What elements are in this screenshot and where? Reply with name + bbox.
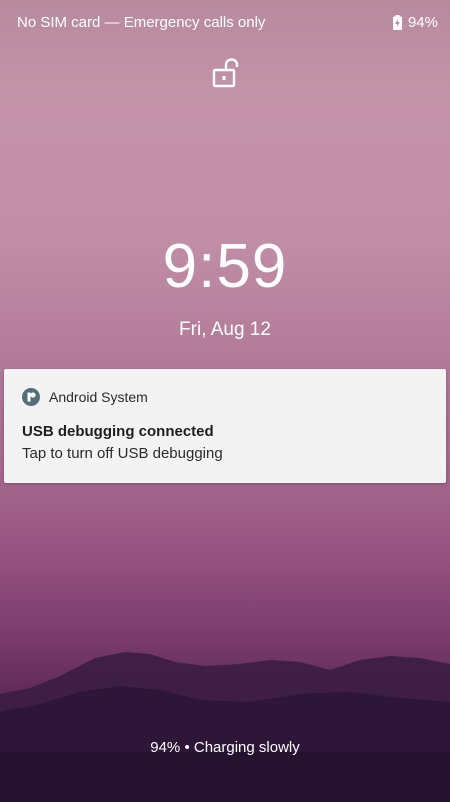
mountain-silhouette bbox=[0, 652, 450, 802]
android-system-icon bbox=[22, 388, 40, 406]
status-right-group: 94% bbox=[392, 13, 438, 31]
charging-status-text: 94% • Charging slowly bbox=[150, 739, 300, 756]
lockscreen-date: Fri, Aug 12 bbox=[179, 319, 271, 340]
unlocked-padlock-icon[interactable] bbox=[212, 58, 240, 88]
notification-header: Android System bbox=[22, 387, 428, 407]
battery-percent: 94% bbox=[407, 13, 438, 31]
lock-screen: No SIM card — Emergency calls only 94% 9… bbox=[0, 0, 450, 802]
battery-charging-icon bbox=[392, 14, 402, 30]
notification-title: USB debugging connected bbox=[22, 423, 214, 440]
status-bar: No SIM card — Emergency calls only 94% bbox=[0, 0, 450, 44]
notification-app-name: Android System bbox=[49, 389, 148, 405]
lockscreen-clock: 9:59 bbox=[162, 232, 288, 301]
carrier-status-text: No SIM card — Emergency calls only bbox=[17, 13, 266, 31]
notification-text: Tap to turn off USB debugging bbox=[22, 445, 223, 462]
usb-debugging-notification[interactable]: Android System USB debugging connected T… bbox=[4, 369, 446, 483]
